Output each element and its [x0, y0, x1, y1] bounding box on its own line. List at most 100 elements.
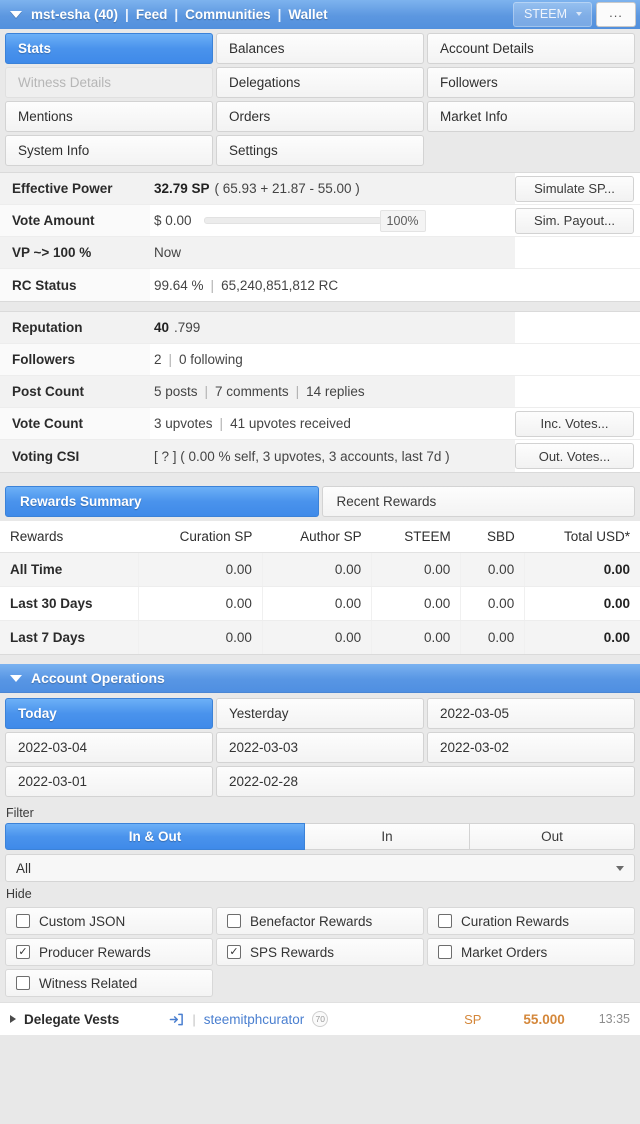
stat-value-text: Now	[154, 245, 182, 260]
account-menu-caret-down-icon[interactable]	[10, 11, 22, 18]
stat-label: Effective Power	[0, 173, 150, 204]
stat-row: Effective Power 32.79 SP ( 65.93 + 21.87 -…	[0, 173, 640, 205]
tab-rewards-summary[interactable]: Rewards Summary	[5, 486, 319, 517]
stat-value: 32.79 SP ( 65.93 + 21.87 - 55.00 )	[150, 173, 515, 204]
date-option-label: Today	[18, 706, 57, 721]
stat-label: Voting CSI	[0, 440, 150, 472]
stat-action-button[interactable]: Out. Votes...	[515, 443, 634, 469]
operation-type-select-value: All	[16, 860, 32, 876]
account-operations-title: Account Operations	[31, 670, 165, 686]
date-option-2022-02-28[interactable]: 2022-02-28	[216, 766, 635, 797]
checkbox-unchecked-icon[interactable]	[16, 976, 30, 990]
rewards-cell-curation-sp: 0.00	[137, 552, 263, 587]
date-option-label: 2022-03-03	[229, 740, 299, 755]
date-option-2022-03-01[interactable]: 2022-03-01	[5, 766, 213, 797]
tab-label: Recent Rewards	[336, 494, 437, 509]
stat-value: 5 posts | 7 comments | 14 replies	[150, 376, 515, 407]
menu-item-account-details[interactable]: Account Details	[427, 33, 635, 64]
stat-action-button[interactable]: Simulate SP...	[515, 175, 634, 202]
rewards-tabs: Rewards Summary Recent Rewards	[0, 482, 640, 517]
menu-item-system-info[interactable]: System Info	[5, 135, 213, 166]
stat-action-slot	[515, 376, 640, 407]
menu-item-followers[interactable]: Followers	[427, 67, 635, 98]
token-selector-button[interactable]: STEEM	[512, 2, 592, 27]
card-spacer-2	[0, 473, 640, 482]
operation-amount: 55.000	[523, 1011, 565, 1027]
stat-row: Followers 2 | 0 following	[0, 344, 640, 376]
stat-action-button[interactable]: Inc. Votes...	[515, 410, 634, 437]
date-option-today[interactable]: Today	[5, 698, 213, 729]
tab-label: Rewards Summary	[20, 494, 142, 509]
direction-filter-in[interactable]: In	[305, 823, 470, 850]
tab-recent-rewards[interactable]: Recent Rewards	[321, 486, 635, 517]
hide-options-grid: Custom JSON Benefactor Rewards Curation Re…	[0, 904, 640, 1002]
card-spacer-1	[0, 302, 640, 311]
direction-filter-group: In & Out In Out	[0, 823, 640, 850]
hide-option-label: Custom JSON	[39, 913, 126, 929]
collapse-caret-down-icon[interactable]	[10, 674, 22, 682]
arrow-into-bracket-icon	[169, 1012, 184, 1027]
hide-option-market-orders[interactable]: Market Orders	[427, 938, 635, 966]
vote-amount-slider[interactable]: 100%	[203, 209, 426, 232]
hide-option-label: Market Orders	[461, 944, 548, 960]
stat-row: RC Status 99.64 % | 65,240,851,812 RC	[0, 269, 640, 301]
slider-track[interactable]	[203, 217, 382, 224]
rewards-column-header: SBD	[460, 521, 525, 553]
operation-username-link[interactable]: steemitphcurator	[204, 1012, 305, 1027]
hide-option-label: Witness Related	[39, 975, 138, 991]
menu-item-delegations[interactable]: Delegations	[216, 67, 424, 98]
menu-item-market-info[interactable]: Market Info	[427, 101, 635, 132]
checkbox-checked-icon[interactable]: ✓	[16, 945, 30, 959]
nav-link-communities[interactable]: Communities	[185, 7, 271, 22]
date-option-2022-03-03[interactable]: 2022-03-03	[216, 732, 424, 763]
checkbox-unchecked-icon[interactable]	[438, 914, 452, 928]
stat-value-extra: 7 comments	[215, 384, 289, 399]
hide-option-witness-related[interactable]: Witness Related	[5, 969, 213, 997]
caret-right-icon[interactable]	[10, 1015, 16, 1023]
date-option-2022-03-04[interactable]: 2022-03-04	[5, 732, 213, 763]
overflow-menu-button[interactable]: ...	[596, 2, 636, 27]
checkbox-unchecked-icon[interactable]	[438, 945, 452, 959]
stat-value-extra: 0 following	[179, 352, 243, 367]
checkbox-checked-icon[interactable]: ✓	[227, 945, 241, 959]
account-operations-header[interactable]: Account Operations	[0, 664, 640, 693]
hide-option-curation-rewards[interactable]: Curation Rewards	[427, 907, 635, 935]
stat-label: Vote Amount	[0, 205, 150, 236]
rewards-table-body: All Time 0.00 0.00 0.00 0.00 0.00 Last 30 Days…	[0, 552, 640, 654]
nav-link-feed[interactable]: Feed	[136, 7, 168, 22]
nav-account-name[interactable]: mst-esha (40)	[31, 7, 118, 22]
menu-item-mentions[interactable]: Mentions	[5, 101, 213, 132]
menu-item-label: System Info	[18, 143, 90, 158]
hide-option-custom-json[interactable]: Custom JSON	[5, 907, 213, 935]
stat-value: Now	[150, 237, 515, 268]
hide-option-benefactor-rewards[interactable]: Benefactor Rewards	[216, 907, 424, 935]
hide-option-sps-rewards[interactable]: ✓ SPS Rewards	[216, 938, 424, 966]
menu-item-stats[interactable]: Stats	[5, 33, 213, 64]
rewards-cell-sbd: 0.00	[460, 620, 525, 654]
operation-row[interactable]: Delegate Vests | steemitphcurator 70 SP …	[0, 1002, 640, 1035]
stat-row: VP ~> 100 % Now	[0, 237, 640, 269]
stats-primary-card: Effective Power 32.79 SP ( 65.93 + 21.87 -…	[0, 172, 640, 302]
stat-action-button[interactable]: Sim. Payout...	[515, 207, 634, 234]
date-option-2022-03-05[interactable]: 2022-03-05	[427, 698, 635, 729]
date-selector-grid: Today Yesterday 2022-03-05 2022-03-04 2022-0…	[0, 693, 640, 801]
hide-option-producer-rewards[interactable]: ✓ Producer Rewards	[5, 938, 213, 966]
menu-item-orders[interactable]: Orders	[216, 101, 424, 132]
menu-item-settings[interactable]: Settings	[216, 135, 424, 166]
operation-type-select[interactable]: All	[5, 854, 635, 882]
nav-link-wallet[interactable]: Wallet	[288, 7, 327, 22]
direction-filter-in-out[interactable]: In & Out	[5, 823, 305, 850]
direction-filter-out[interactable]: Out	[470, 823, 635, 850]
menu-item-balances[interactable]: Balances	[216, 33, 424, 64]
rewards-cell-curation-sp: 0.00	[137, 620, 263, 654]
stat-row: Post Count 5 posts | 7 comments | 14 replies	[0, 376, 640, 408]
checkbox-unchecked-icon[interactable]	[16, 914, 30, 928]
rewards-cell-period: All Time	[0, 552, 139, 587]
menu-item-label: Balances	[229, 41, 285, 56]
rewards-cell-sbd: 0.00	[460, 586, 525, 621]
checkbox-unchecked-icon[interactable]	[227, 914, 241, 928]
rewards-cell-steem: 0.00	[371, 552, 461, 587]
stat-action-slot: Out. Votes...	[515, 440, 640, 472]
date-option-yesterday[interactable]: Yesterday	[216, 698, 424, 729]
date-option-2022-03-02[interactable]: 2022-03-02	[427, 732, 635, 763]
